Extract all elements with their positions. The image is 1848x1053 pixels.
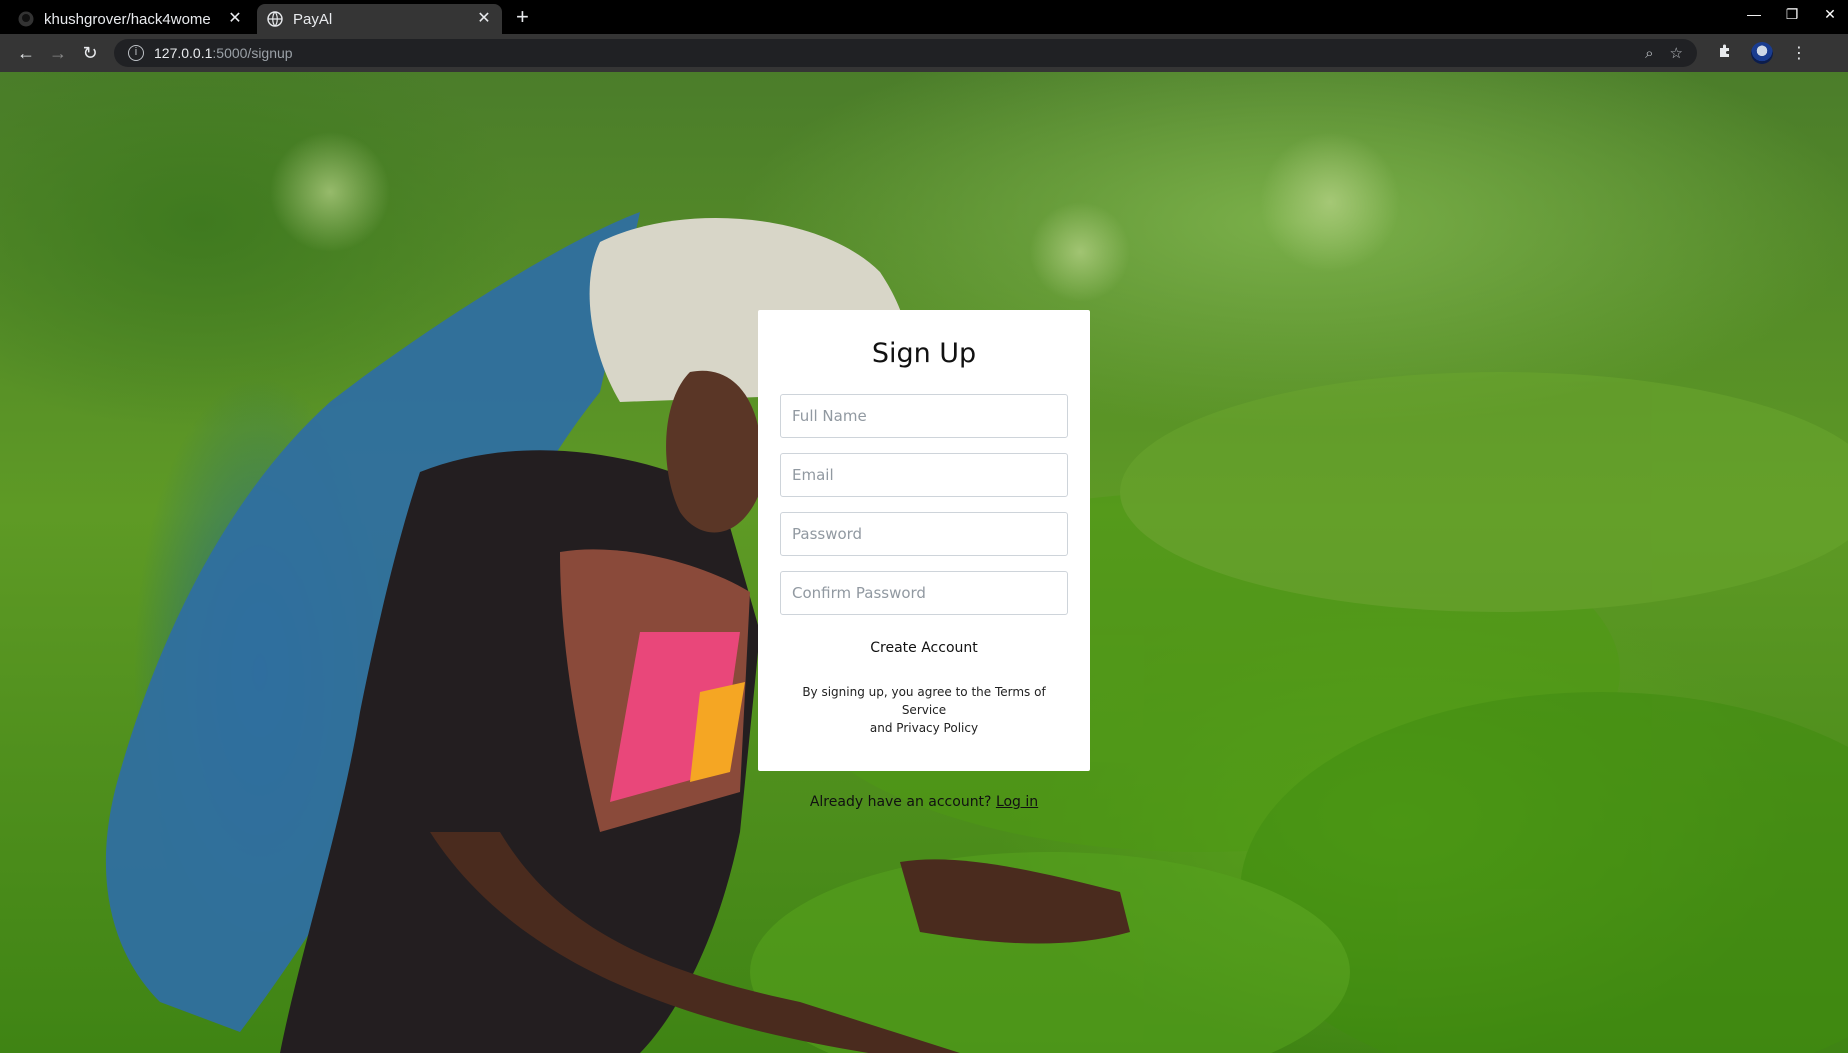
url-path: :5000/signup — [212, 45, 293, 61]
tab-payal[interactable]: PayAl ✕ — [257, 4, 502, 34]
profile-avatar[interactable] — [1751, 42, 1773, 64]
menu-icon[interactable]: ⋮ — [1791, 43, 1807, 63]
page-viewport: Sign Up Create Account By signing up, yo… — [0, 72, 1848, 1053]
new-tab-icon[interactable]: + — [516, 4, 529, 30]
github-icon — [18, 11, 34, 27]
password-input[interactable] — [780, 512, 1068, 556]
login-link[interactable]: Log in — [996, 794, 1038, 810]
info-icon[interactable]: i — [128, 45, 144, 61]
reload-icon[interactable]: ↻ — [74, 43, 106, 64]
minimize-icon[interactable]: — — [1746, 6, 1762, 23]
create-account-button[interactable]: Create Account — [870, 640, 978, 656]
address-bar[interactable]: i 127.0.0.1:5000/signup ⌕ ☆ — [114, 39, 1697, 67]
confirm-password-input[interactable] — [780, 571, 1068, 615]
login-prompt-text: Already have an account? — [809, 794, 992, 810]
browser-toolbar: ← → ↻ i 127.0.0.1:5000/signup ⌕ ☆ ⋮ — [0, 34, 1848, 72]
back-icon[interactable]: ← — [10, 43, 42, 64]
tab-title: PayAl — [293, 10, 333, 28]
terms-text: By signing up, you agree to the Terms of… — [780, 683, 1068, 737]
close-window-icon[interactable]: ✕ — [1822, 6, 1838, 23]
signup-card: Sign Up Create Account By signing up, yo… — [758, 310, 1090, 771]
toolbar-right: ⋮ — [1717, 42, 1807, 64]
url-host: 127.0.0.1 — [154, 45, 213, 61]
terms-line-1: By signing up, you agree to the Terms of… — [802, 685, 1046, 717]
login-prompt: Already have an account? Log in — [758, 794, 1090, 810]
url-text[interactable]: 127.0.0.1:5000/signup — [154, 45, 1629, 61]
forward-icon[interactable]: → — [42, 43, 74, 64]
window-controls: — ❐ ✕ — [1746, 6, 1838, 23]
tab-github[interactable]: khushgrover/hack4wome ✕ — [8, 4, 253, 34]
full-name-input[interactable] — [780, 394, 1068, 438]
extensions-icon[interactable] — [1717, 43, 1733, 64]
star-icon[interactable]: ☆ — [1670, 44, 1683, 62]
zoom-icon[interactable]: ⌕ — [1645, 45, 1653, 62]
restore-icon[interactable]: ❐ — [1784, 6, 1800, 23]
close-icon[interactable]: ✕ — [227, 11, 243, 27]
close-icon[interactable]: ✕ — [476, 11, 492, 27]
email-input[interactable] — [780, 453, 1068, 497]
terms-line-2: and Privacy Policy — [869, 721, 979, 735]
tab-strip: khushgrover/hack4wome ✕ PayAl ✕ + — ❐ ✕ — [0, 0, 1848, 34]
tab-title: khushgrover/hack4wome — [44, 10, 211, 28]
page-title: Sign Up — [871, 338, 977, 369]
globe-icon — [267, 11, 283, 27]
